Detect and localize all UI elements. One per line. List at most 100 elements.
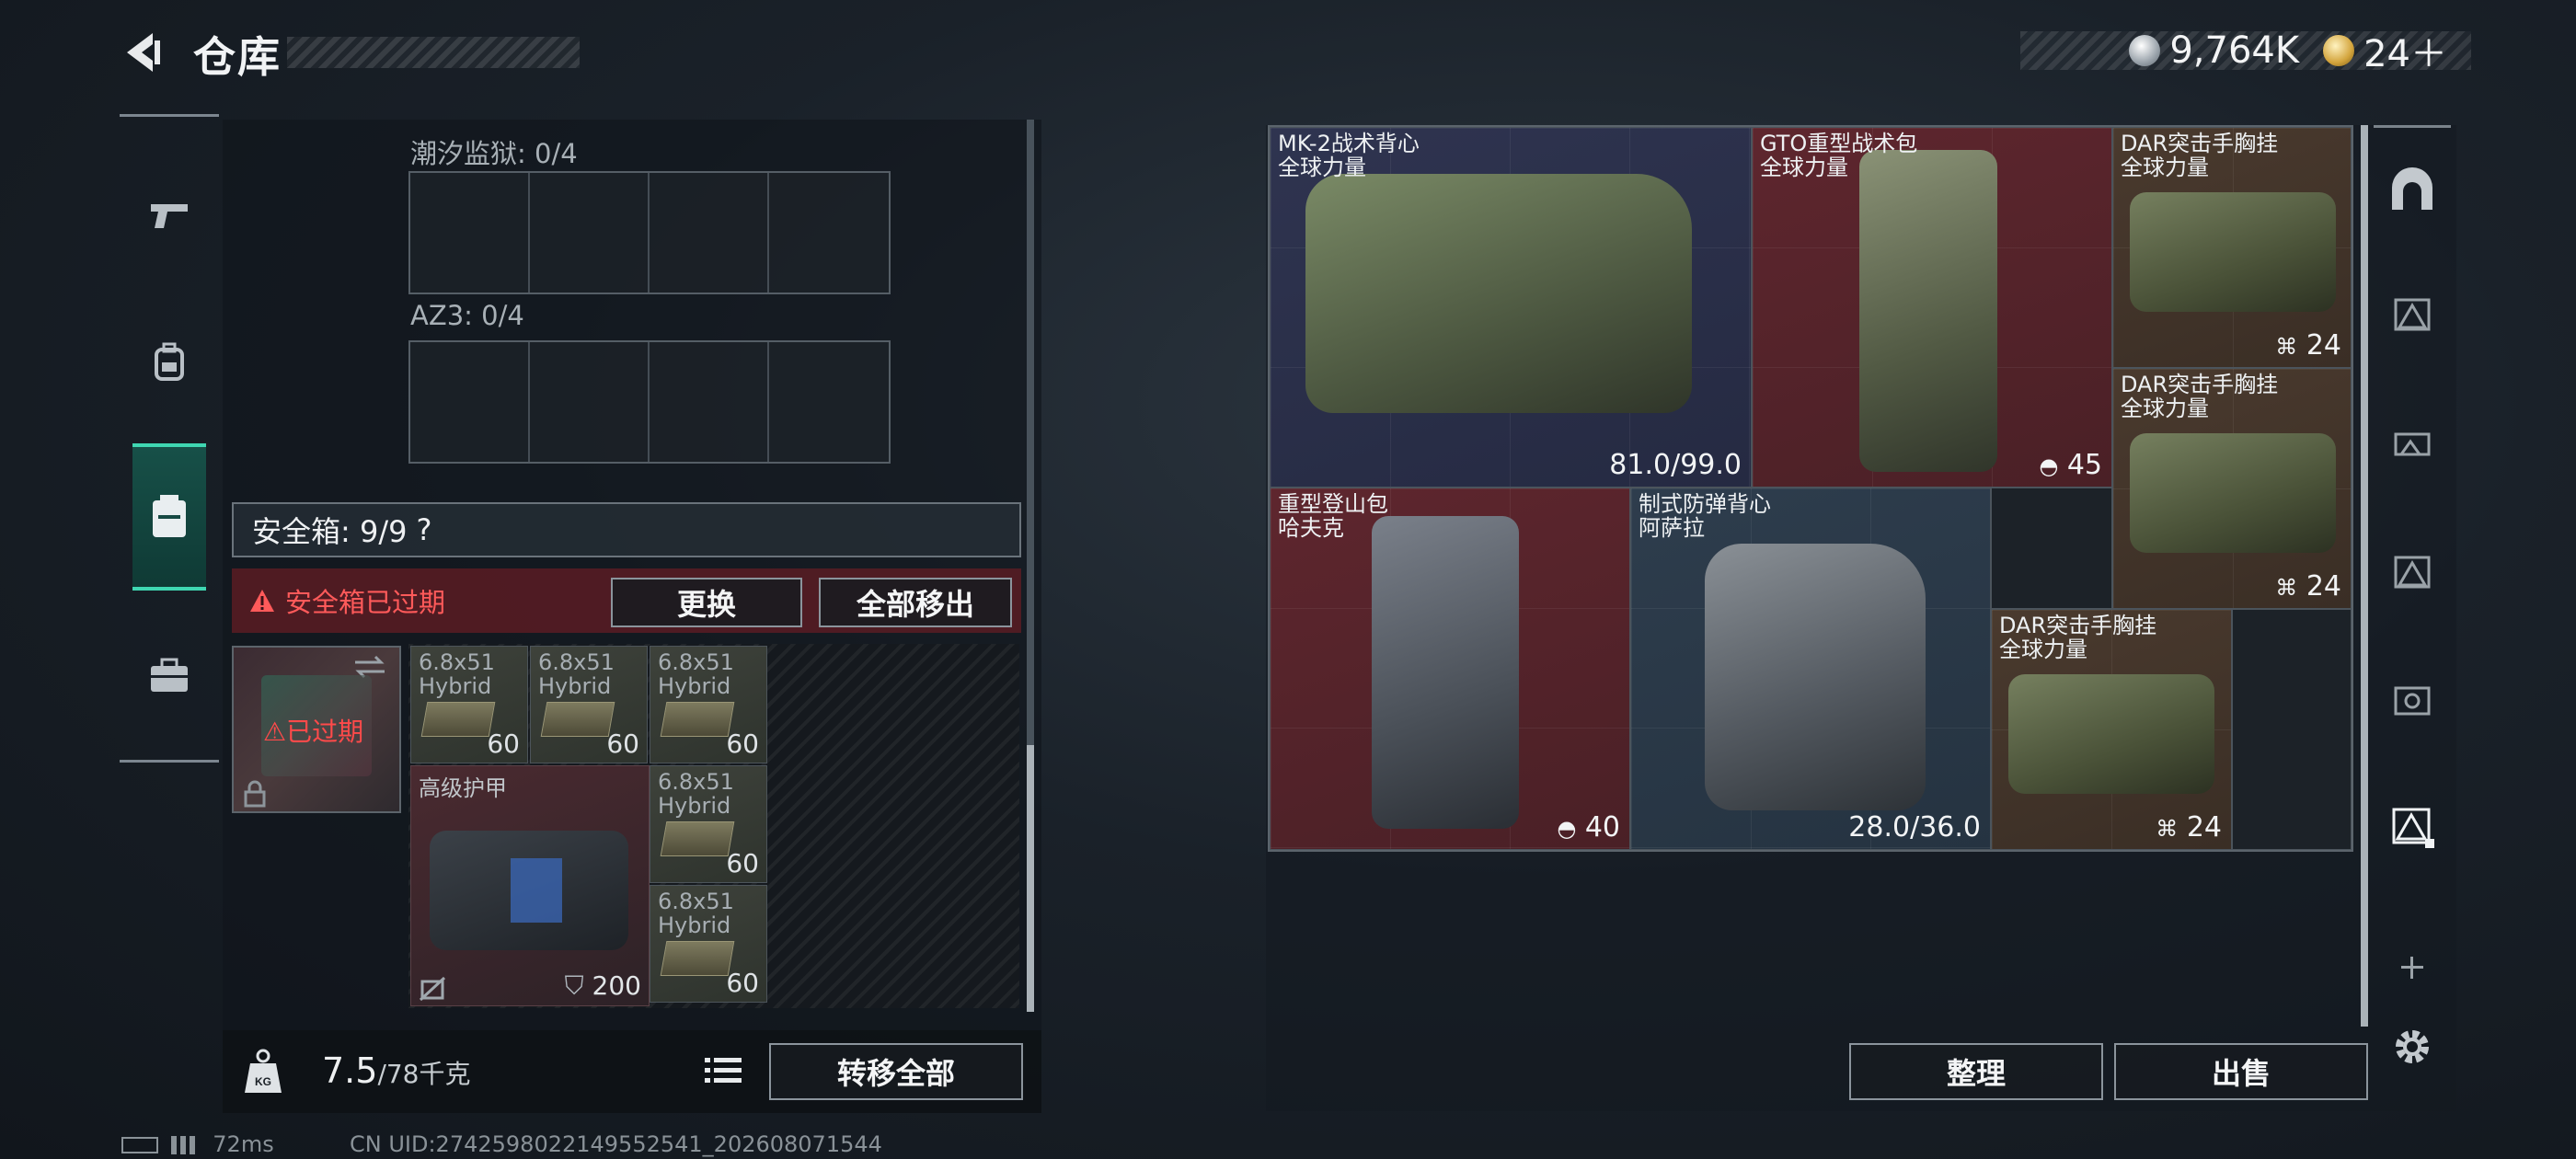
- back-button[interactable]: [118, 28, 167, 77]
- stash-item-standard-vest[interactable]: 制式防弹背心 阿萨拉 28.0/36.0: [1630, 488, 1991, 850]
- ammo-item[interactable]: 6.8x51 Hybrid 60: [650, 885, 767, 1003]
- replace-button[interactable]: 更换: [611, 578, 802, 627]
- ammo-quantity: 60: [726, 729, 759, 759]
- left-category-nav: [120, 114, 219, 763]
- item-name: DAR突击手胸挂 全球力量: [2121, 373, 2278, 420]
- item-capacity: ◓ 45: [2039, 449, 2102, 481]
- expired-message: 安全箱已过期: [285, 587, 446, 618]
- stash-category-nav: [2374, 125, 2451, 1109]
- item-faction: 全球力量: [1999, 637, 2087, 662]
- rig-capacity-icon: ⌘: [2275, 334, 2298, 360]
- item-faction: 全球力量: [2121, 155, 2209, 180]
- stash-item-gto-backpack[interactable]: GTO重型战术包 全球力量 ◓ 45: [1752, 127, 2112, 488]
- armor-durability: ⛉ 200: [564, 970, 641, 1001]
- item-capacity: ⌘ 24: [2156, 811, 2222, 843]
- ammo-box-image: [660, 821, 735, 856]
- right-scrollbar[interactable]: [2361, 125, 2368, 1027]
- item-name-line1: GTO重型战术包: [1760, 131, 1918, 156]
- empty-slot[interactable]: [769, 173, 889, 293]
- weight-max: /78千克: [377, 1059, 471, 1089]
- ammo-name: 6.8x51 Hybrid: [419, 649, 495, 699]
- slot-grid-az3[interactable]: [408, 340, 891, 464]
- nav-backpack[interactable]: [132, 316, 206, 408]
- armor-plate-image: [511, 858, 562, 923]
- collection-icon-iii-b[interactable]: [2388, 548, 2436, 596]
- collection-icon-ii[interactable]: [2388, 291, 2436, 339]
- collection-icon-active[interactable]: [2388, 802, 2436, 850]
- item-name-line1: DAR突击手胸挂: [1999, 613, 2157, 638]
- collection-icon-iii[interactable]: [2388, 419, 2436, 467]
- stash-item-dar-chest-rig[interactable]: DAR突击手胸挂 全球力量 ⌘ 24: [2112, 368, 2352, 609]
- backpack-capacity-icon: ◓: [2039, 453, 2059, 479]
- transfer-all-button[interactable]: 转移全部: [769, 1043, 1023, 1100]
- item-name-line1: DAR突击手胸挂: [2121, 372, 2279, 397]
- stash-item-mk2-vest[interactable]: MK-2战术背心 全球力量 81.0/99.0: [1270, 127, 1752, 488]
- empty-slot[interactable]: [530, 173, 650, 293]
- safehouse-icon[interactable]: [2388, 166, 2436, 213]
- help-icon[interactable]: ?: [416, 512, 431, 547]
- nav-divider: [120, 760, 219, 763]
- item-capacity: ◓ 40: [1557, 811, 1620, 843]
- ammo-item[interactable]: 6.8x51 Hybrid 60: [530, 646, 648, 763]
- ammo-quantity: 60: [606, 729, 639, 759]
- item-name-line1: DAR突击手胸挂: [2121, 131, 2279, 156]
- warning-icon: ⚠: [263, 717, 287, 747]
- ammo-item[interactable]: 6.8x51 Hybrid 60: [410, 646, 528, 763]
- rig-capacity-icon: ⌘: [2275, 575, 2298, 601]
- item-name: MK-2战术背心 全球力量: [1278, 132, 1420, 179]
- ammo-item[interactable]: 6.8x51 Hybrid 60: [650, 646, 767, 763]
- ammo-quantity: 60: [726, 848, 759, 878]
- empty-stash-slot[interactable]: [1991, 488, 2112, 609]
- slot-grid-tidal-prison[interactable]: [408, 171, 891, 294]
- ping: 72ms: [213, 1131, 274, 1157]
- empty-slot[interactable]: [410, 342, 530, 462]
- ammo-name: 6.8x51 Hybrid: [658, 769, 734, 819]
- item-name-line1: MK-2战术背心: [1278, 131, 1420, 156]
- status-bar: 72ms: [121, 1131, 274, 1157]
- sell-button[interactable]: 出售: [2114, 1043, 2368, 1100]
- slot-label: AZ3: 0/4: [410, 300, 524, 331]
- safebox-capacity-bar: 安全箱: 9/9 ?: [232, 502, 1021, 557]
- backpack-image: [1859, 150, 1997, 472]
- item-capacity: ⌘ 24: [2275, 329, 2341, 361]
- nav-weapons[interactable]: [132, 169, 206, 261]
- vest-image: [1305, 174, 1692, 413]
- nav-briefcase[interactable]: [132, 629, 206, 721]
- stash-item-dar-chest-rig[interactable]: DAR突击手胸挂 全球力量 ⌘ 24: [2112, 127, 2352, 368]
- warning-icon: [250, 590, 274, 612]
- stash-item-heavy-mountain-pack[interactable]: 重型登山包 哈夫克 ◓ 40: [1270, 488, 1630, 850]
- stash-item-dar-chest-rig[interactable]: DAR突击手胸挂 全球力量 ⌘ 24: [1991, 609, 2232, 850]
- item-durability: 28.0/36.0: [1848, 811, 1981, 843]
- empty-stash-slot[interactable]: [2232, 609, 2352, 850]
- backpack-capacity-icon: ◓: [1557, 816, 1577, 842]
- ammo-item[interactable]: 6.8x51 Hybrid 60: [650, 765, 767, 883]
- ammo-name: 6.8x51 Hybrid: [658, 649, 734, 699]
- move-all-out-button[interactable]: 全部移出: [819, 578, 1012, 627]
- signal-icon: [170, 1136, 199, 1154]
- empty-slot[interactable]: [769, 342, 889, 462]
- item-name: GTO重型战术包 全球力量: [1760, 132, 1917, 179]
- ammo-box-image: [660, 941, 735, 976]
- empty-slot[interactable]: [530, 342, 650, 462]
- battery-icon: [121, 1137, 158, 1153]
- item-name-line1: 制式防弹背心: [1639, 491, 1771, 517]
- collection-icon-iv[interactable]: [2388, 677, 2436, 725]
- empty-slot[interactable]: [650, 173, 769, 293]
- slot-label: 潮汐监狱: 0/4: [410, 138, 578, 169]
- empty-slot[interactable]: [410, 173, 530, 293]
- title-decoration: [287, 37, 580, 68]
- sort-button[interactable]: 整理: [1849, 1043, 2103, 1100]
- settings-icon[interactable]: [2388, 1023, 2436, 1071]
- add-icon[interactable]: [2388, 944, 2436, 992]
- empty-slot[interactable]: [650, 342, 769, 462]
- svg-text:KG: KG: [255, 1075, 271, 1088]
- item-faction: 全球力量: [1278, 155, 1366, 180]
- item-faction: 阿萨拉: [1639, 515, 1705, 541]
- left-scroll-thumb[interactable]: [1027, 745, 1034, 1012]
- item-durability: 81.0/99.0: [1609, 449, 1742, 481]
- armor-item[interactable]: 高级护甲 ⛉ 200: [410, 765, 650, 1006]
- nav-safebox[interactable]: [132, 443, 206, 591]
- gold-amount[interactable]: 24＋: [2363, 24, 2447, 77]
- user-uid: CN UID:2742598022149552541_202608071544: [350, 1131, 882, 1157]
- list-icon[interactable]: [705, 1050, 747, 1089]
